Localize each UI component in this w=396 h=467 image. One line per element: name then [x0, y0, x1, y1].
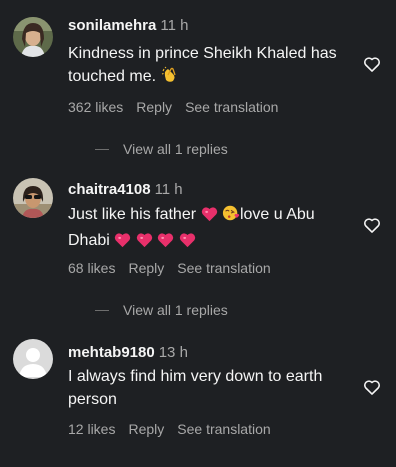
heart-emoji-icon: [157, 232, 174, 255]
username[interactable]: mehtab9180: [68, 344, 155, 361]
see-translation-link[interactable]: See translation: [177, 260, 270, 276]
comment-actions: 362 likes Reply See translation: [68, 98, 291, 116]
comment-text: Kindness in prince Sheikh Khaled has tou…: [68, 42, 358, 91]
heart-emoji-icon: [179, 232, 196, 255]
likes-count[interactable]: 362 likes: [68, 99, 123, 115]
comment-header: mehtab9180 13 h: [68, 343, 188, 363]
see-translation-link[interactable]: See translation: [185, 99, 278, 115]
avatar[interactable]: [13, 178, 53, 218]
like-heart-icon[interactable]: [362, 54, 382, 74]
comment-header: chaitra4108 11 h: [68, 180, 183, 200]
likes-count[interactable]: 12 likes: [68, 421, 115, 437]
username[interactable]: chaitra4108: [68, 181, 151, 198]
divider: [95, 148, 109, 150]
likes-count[interactable]: 68 likes: [68, 260, 115, 276]
comment-actions: 68 likes Reply See translation: [68, 259, 284, 277]
divider: [95, 309, 109, 311]
comment-text: I always find him very down to earth per…: [68, 368, 323, 408]
heart-emoji-icon: [114, 232, 131, 255]
comment-text: Just like his father love u Abu Dhabi: [68, 203, 358, 255]
clapping-hands-icon: [161, 66, 179, 91]
see-translation-link[interactable]: See translation: [177, 421, 270, 437]
avatar[interactable]: [13, 339, 53, 379]
heart-emoji-icon: [136, 232, 153, 255]
timestamp: 13 h: [158, 344, 188, 361]
username[interactable]: sonilamehra: [68, 17, 156, 34]
timestamp: 11 h: [154, 181, 183, 198]
view-replies-button[interactable]: View all 1 replies: [95, 301, 228, 319]
reply-button[interactable]: Reply: [128, 421, 164, 437]
heart-emoji-icon: [201, 206, 218, 229]
comment-actions: 12 likes Reply See translation: [68, 420, 284, 438]
view-replies-button[interactable]: View all 1 replies: [95, 140, 228, 158]
reply-button[interactable]: Reply: [136, 99, 172, 115]
avatar[interactable]: [13, 17, 53, 57]
face-blowing-kiss-icon: [222, 204, 240, 229]
comment-header: sonilamehra 11 h: [68, 16, 188, 36]
like-heart-icon[interactable]: [362, 215, 382, 235]
reply-button[interactable]: Reply: [128, 260, 164, 276]
like-heart-icon[interactable]: [362, 377, 382, 397]
timestamp: 11 h: [160, 17, 189, 34]
